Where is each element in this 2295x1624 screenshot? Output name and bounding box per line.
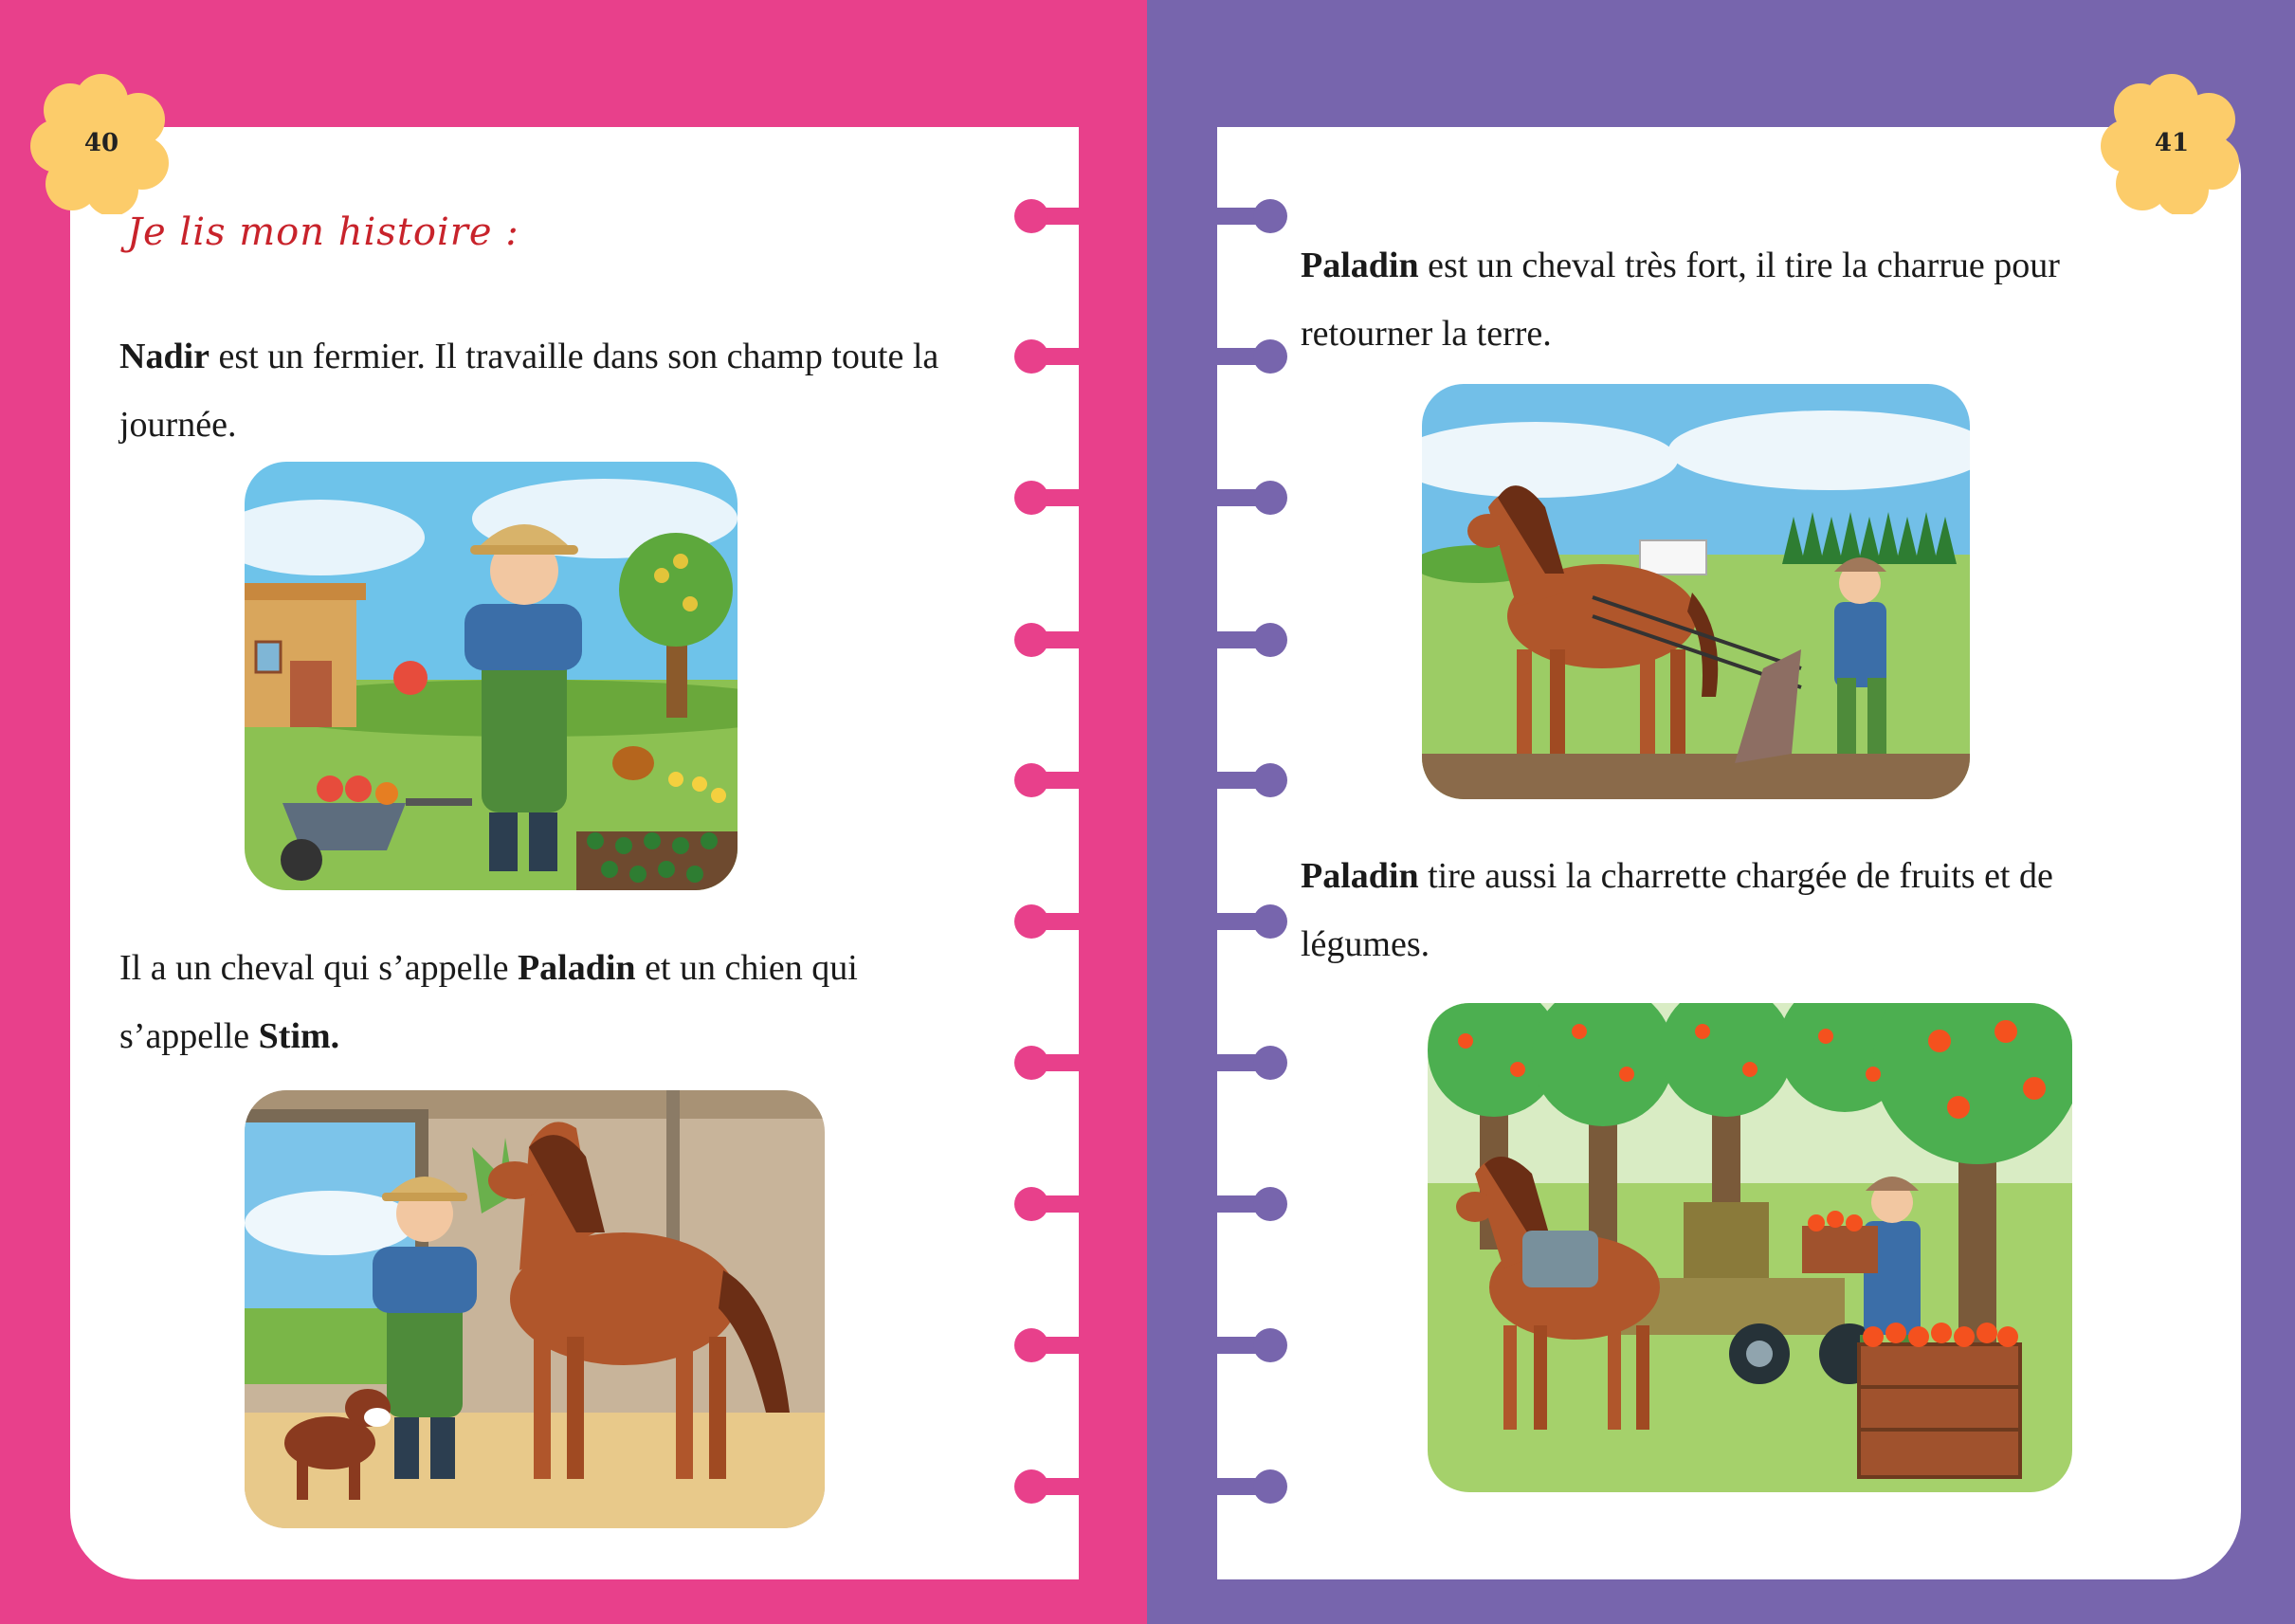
character-name: Paladin [1301,246,1419,285]
story-paragraph-2: Il a un cheval qui s’appelle Paladin et … [119,934,1067,1070]
paragraph-text: tire aussi la charrette chargée de fruit… [1418,856,2053,896]
binding-ring-right [1202,1465,1287,1508]
character-name: Paladin [517,948,636,988]
binding-ring-left [1014,758,1100,802]
binding-ring-right [1202,194,1287,238]
binding-ring-left [1014,900,1100,943]
binding-ring-right [1202,1323,1287,1367]
binding-ring-right [1202,1182,1287,1226]
binding-ring-left [1014,194,1100,238]
farmer-with-horse-and-dog-illustration [245,1090,825,1528]
binding-ring-left [1014,618,1100,662]
paragraph-text: journée. [119,405,237,445]
story-paragraph-1: Nadir est un fermier. Il travaille dans … [119,322,1067,459]
page-number-badge-left: 40 [30,72,173,214]
paragraph-text: Il a un cheval qui s’appelle [119,948,518,988]
paragraph-text: s’appelle [119,1016,259,1056]
horse-with-cart-of-oranges-illustration [1428,1003,2072,1492]
binding-ring-left [1014,1465,1100,1508]
farmer-with-wheelbarrow-illustration [245,462,738,890]
page-number: 40 [83,129,119,157]
paragraph-text: retourner la terre. [1301,314,1552,354]
binding-ring-right [1202,1041,1287,1085]
binding-ring-left [1014,1323,1100,1367]
paragraph-text: légumes. [1301,924,1430,964]
binding-ring-right [1202,900,1287,943]
page-number: 41 [2154,129,2190,157]
character-name: Nadir [119,337,209,376]
paragraph-text: est un cheval très fort, il tire la char… [1418,246,2060,285]
section-heading: Je lis mon histoire : [127,210,519,254]
character-name: Paladin [1301,856,1419,896]
binding-ring-left [1014,335,1100,378]
binding-ring-right [1202,476,1287,520]
page-number-badge-right: 41 [2101,72,2243,214]
paragraph-text: et un chien qui [635,948,858,988]
story-paragraph-4: Paladin tire aussi la charrette chargée … [1301,842,2230,978]
binding-ring-right [1202,618,1287,662]
binding-ring-right [1202,335,1287,378]
binding-ring-left [1014,476,1100,520]
story-paragraph-3: Paladin est un cheval très fort, il tire… [1301,231,2230,368]
horse-pulling-plough-illustration [1422,384,1970,799]
binding-ring-left [1014,1182,1100,1226]
character-name: Stim. [258,1016,340,1056]
binding-ring-right [1202,758,1287,802]
paragraph-text: est un fermier. Il travaille dans son ch… [209,337,939,376]
binding-ring-left [1014,1041,1100,1085]
